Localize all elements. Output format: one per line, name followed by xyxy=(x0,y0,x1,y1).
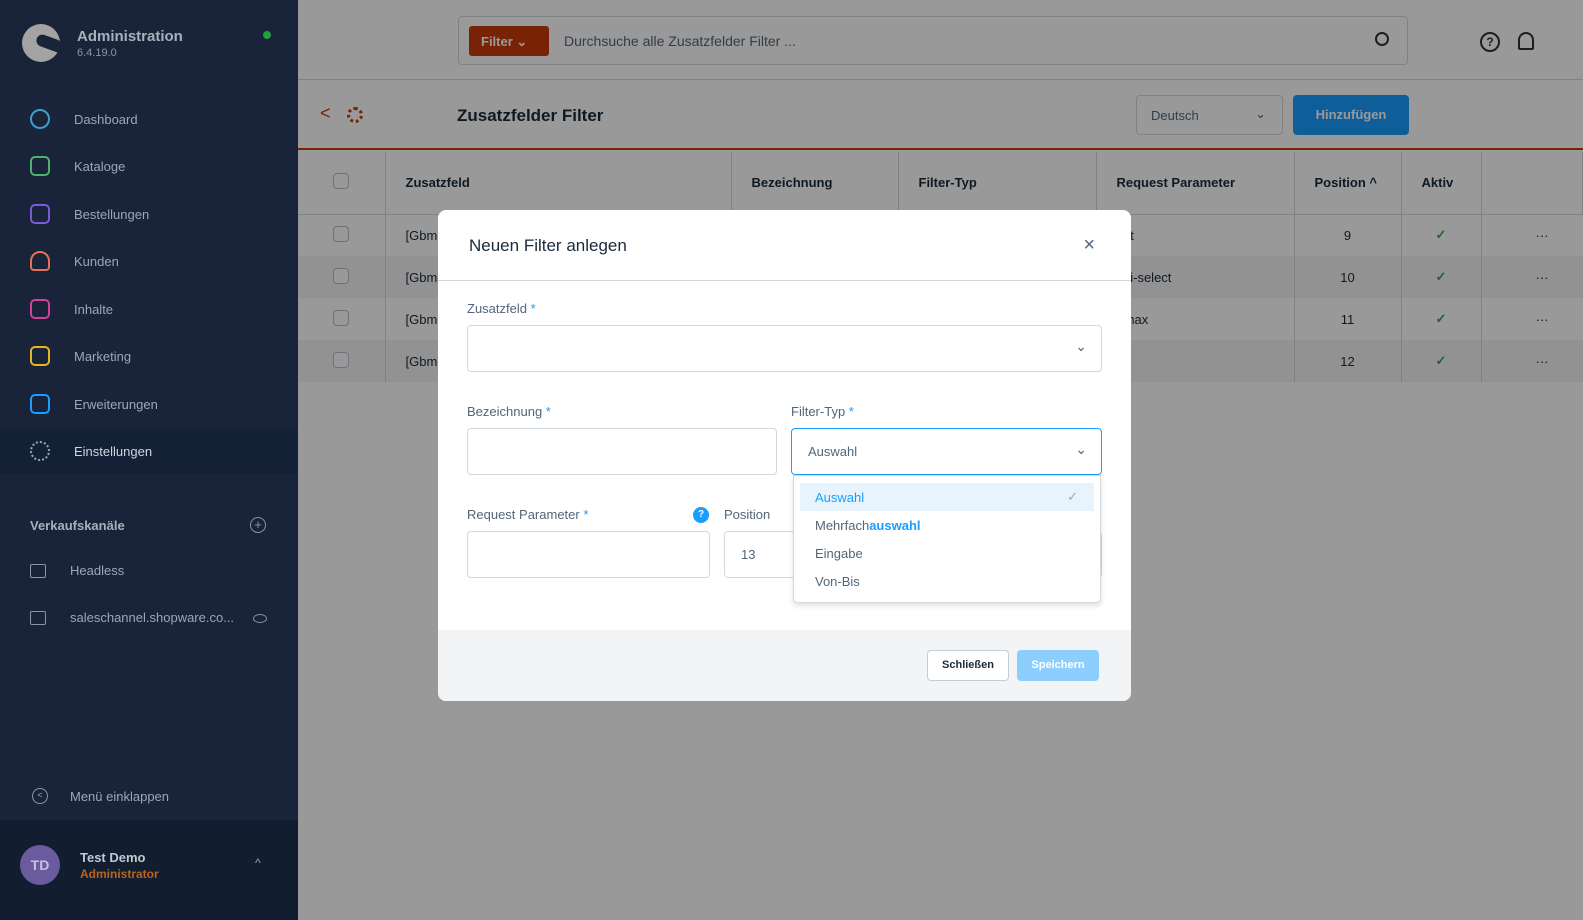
sidebar-item-erweiterungen[interactable]: Erweiterungen xyxy=(0,381,298,427)
save-button[interactable]: Speichern xyxy=(1017,650,1099,681)
sidebar-item-label: Inhalte xyxy=(74,301,114,317)
gear-icon xyxy=(30,441,50,461)
user-menu[interactable]: TD Test Demo Administrator ^ xyxy=(0,820,298,920)
position-value: 13 xyxy=(741,547,756,562)
check-icon: ✓ xyxy=(1067,489,1078,504)
chevron-down-icon: ⌄ xyxy=(1075,441,1087,457)
zusatzfeld-select[interactable]: ⌄ xyxy=(467,325,1102,372)
sidebar: Administration 6.4.19.0 Dashboard Katalo… xyxy=(0,0,298,920)
option-mehrfachauswahl[interactable]: Mehrfachauswahl xyxy=(800,511,1094,539)
user-role: Administrator xyxy=(80,867,159,881)
bezeichnung-label: Bezeichnung * xyxy=(467,404,551,419)
info-icon[interactable]: ? xyxy=(693,507,709,523)
status-indicator xyxy=(263,31,271,39)
chevron-left-circle-icon: < xyxy=(32,788,48,804)
sidebar-item-kataloge[interactable]: Kataloge xyxy=(0,143,298,189)
add-sales-channel-icon[interactable]: + xyxy=(250,517,266,533)
user-name: Test Demo xyxy=(80,850,146,865)
sidebar-item-dashboard[interactable]: Dashboard xyxy=(0,96,298,142)
app-title: Administration xyxy=(77,28,183,45)
sidebar-item-label: Kataloge xyxy=(74,158,126,174)
bag-icon xyxy=(30,204,50,224)
modal-title: Neuen Filter anlegen xyxy=(469,236,627,255)
modal-footer: Schließen Speichern xyxy=(438,630,1131,701)
sidebar-item-label: Marketing xyxy=(74,348,132,364)
filter-typ-select[interactable]: Auswahl ⌄ xyxy=(791,428,1102,475)
catalog-icon xyxy=(30,156,50,176)
sidebar-item-label: Erweiterungen xyxy=(74,396,158,412)
option-auswahl[interactable]: Auswahl ✓ xyxy=(800,483,1094,511)
bezeichnung-input[interactable] xyxy=(467,428,777,475)
channel-label: saleschannel.shopware.co... xyxy=(70,610,235,625)
shopware-logo xyxy=(22,24,60,62)
sidebar-item-einstellungen[interactable]: Einstellungen xyxy=(0,428,298,474)
filter-typ-value: Auswahl xyxy=(808,444,858,459)
position-label: Position xyxy=(724,507,771,522)
sidebar-item-label: Kunden xyxy=(74,253,119,269)
sidebar-item-bestellungen[interactable]: Bestellungen xyxy=(0,191,298,237)
option-von-bis[interactable]: Von-Bis xyxy=(800,567,1094,595)
collapse-label: Menü einklappen xyxy=(70,788,170,804)
sidebar-item-marketing[interactable]: Marketing xyxy=(0,333,298,379)
sales-channels-title: Verkaufskanäle xyxy=(30,518,125,533)
eye-icon[interactable] xyxy=(253,614,267,623)
new-filter-modal: Neuen Filter anlegen × Zusatzfeld * ⌄ Be… xyxy=(438,210,1131,701)
plugin-icon xyxy=(30,394,50,414)
content-icon xyxy=(30,299,50,319)
sales-channel-storefront[interactable]: saleschannel.shopware.co... xyxy=(30,610,234,625)
close-button[interactable]: Schließen xyxy=(927,650,1009,681)
zusatzfeld-label: Zusatzfeld * xyxy=(467,301,536,316)
sales-channel-headless[interactable]: Headless xyxy=(30,563,124,578)
sidebar-item-label: Bestellungen xyxy=(74,206,150,222)
channel-label: Headless xyxy=(70,563,125,578)
app-version: 6.4.19.0 xyxy=(77,47,117,59)
filter-typ-label: Filter-Typ * xyxy=(791,404,854,419)
avatar: TD xyxy=(20,845,60,885)
sidebar-item-inhalte[interactable]: Inhalte xyxy=(0,286,298,332)
sidebar-item-label: Dashboard xyxy=(74,111,138,127)
request-parameter-input[interactable] xyxy=(467,531,710,578)
basket-icon xyxy=(30,563,46,578)
storefront-icon xyxy=(30,610,46,625)
request-parameter-label: Request Parameter * xyxy=(467,507,589,522)
collapse-menu-button[interactable]: < Menü einklappen xyxy=(32,788,169,804)
sidebar-item-label: Einstellungen xyxy=(74,443,153,459)
megaphone-icon xyxy=(30,346,50,366)
users-icon xyxy=(30,251,50,271)
close-icon[interactable]: × xyxy=(1083,234,1095,257)
chevron-up-icon[interactable]: ^ xyxy=(255,856,261,870)
gauge-icon xyxy=(30,109,50,129)
filter-typ-dropdown: Auswahl ✓ Mehrfachauswahl Eingabe Von-Bis xyxy=(793,475,1101,603)
sidebar-item-kunden[interactable]: Kunden xyxy=(0,238,298,284)
chevron-down-icon: ⌄ xyxy=(1075,338,1087,354)
option-eingabe[interactable]: Eingabe xyxy=(800,539,1094,567)
divider xyxy=(438,280,1131,281)
